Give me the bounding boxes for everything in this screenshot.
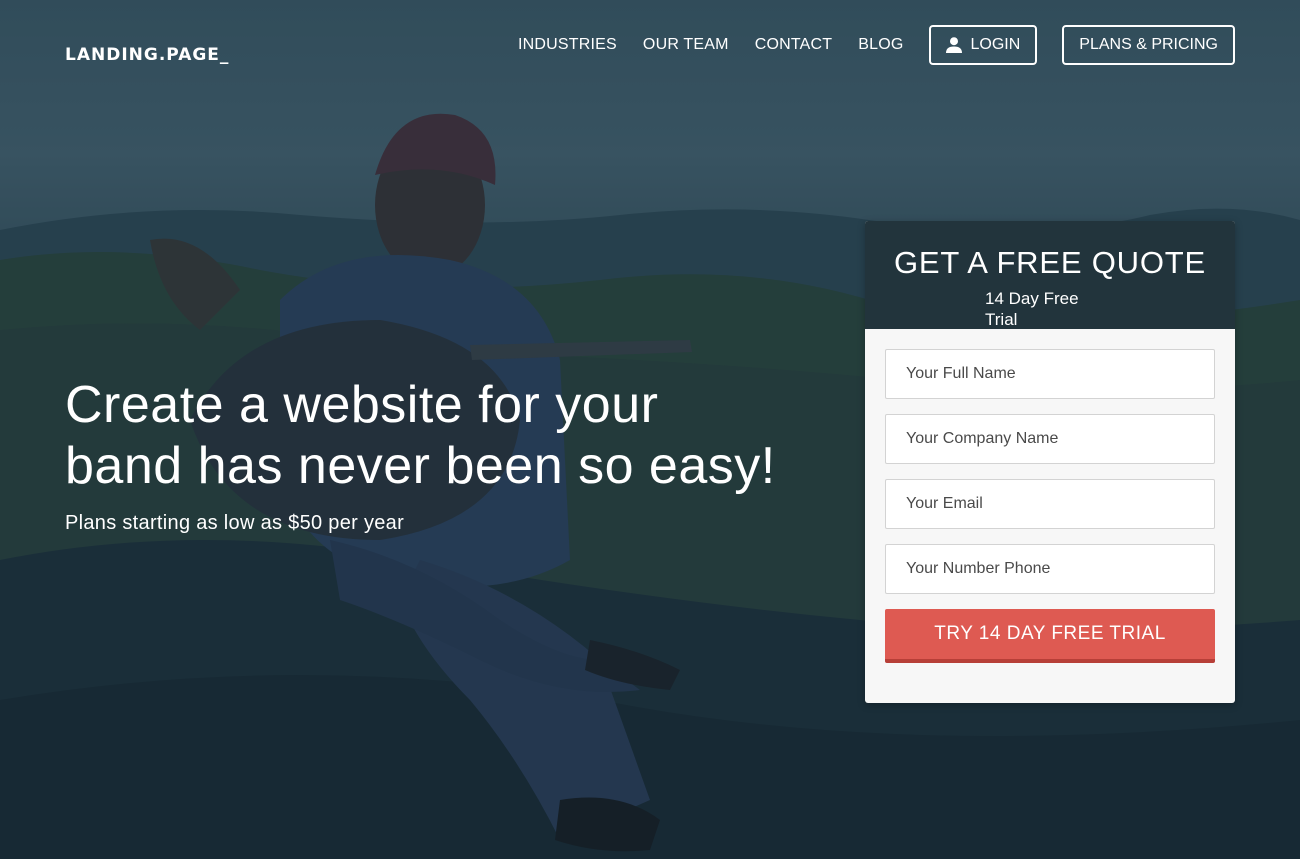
company-name-input[interactable] bbox=[885, 414, 1215, 464]
site-logo[interactable]: LANDING.PAGE_ bbox=[65, 45, 229, 65]
plans-pricing-button[interactable]: PLANS & PRICING bbox=[1062, 25, 1235, 65]
nav-link-blog[interactable]: BLOG bbox=[858, 36, 903, 54]
free-trial-submit-button[interactable]: TRY 14 DAY FREE TRIAL bbox=[885, 609, 1215, 663]
phone-input[interactable] bbox=[885, 544, 1215, 594]
quote-card-header: GET A FREE QUOTE 14 Day Free Trial bbox=[865, 221, 1235, 329]
hero-subheading: Plans starting as low as $50 per year bbox=[65, 512, 405, 534]
email-input[interactable] bbox=[885, 479, 1215, 529]
plans-pricing-label: PLANS & PRICING bbox=[1079, 36, 1218, 53]
main-navigation: INDUSTRIES OUR TEAM CONTACT BLOG LOGIN P… bbox=[518, 25, 1235, 65]
nav-link-contact[interactable]: CONTACT bbox=[755, 36, 833, 54]
login-label: LOGIN bbox=[970, 36, 1021, 53]
nav-link-our-team[interactable]: OUR TEAM bbox=[643, 36, 729, 54]
quote-form: TRY 14 DAY FREE TRIAL bbox=[865, 329, 1235, 663]
quote-card-subtitle: 14 Day Free Trial bbox=[985, 289, 1079, 329]
hero-heading-line-1: Create a website for your bbox=[65, 376, 659, 434]
login-button[interactable]: LOGIN bbox=[928, 25, 1038, 65]
full-name-input[interactable] bbox=[885, 349, 1215, 399]
free-quote-card: GET A FREE QUOTE 14 Day Free Trial TRY 1… bbox=[865, 221, 1235, 703]
nav-link-industries[interactable]: INDUSTRIES bbox=[518, 36, 617, 54]
quote-card-title: GET A FREE QUOTE bbox=[894, 245, 1206, 280]
hero-heading: Create a website for your band has never… bbox=[65, 375, 825, 497]
user-icon bbox=[945, 36, 963, 54]
hero-heading-line-2: band has never been so easy! bbox=[65, 437, 776, 495]
